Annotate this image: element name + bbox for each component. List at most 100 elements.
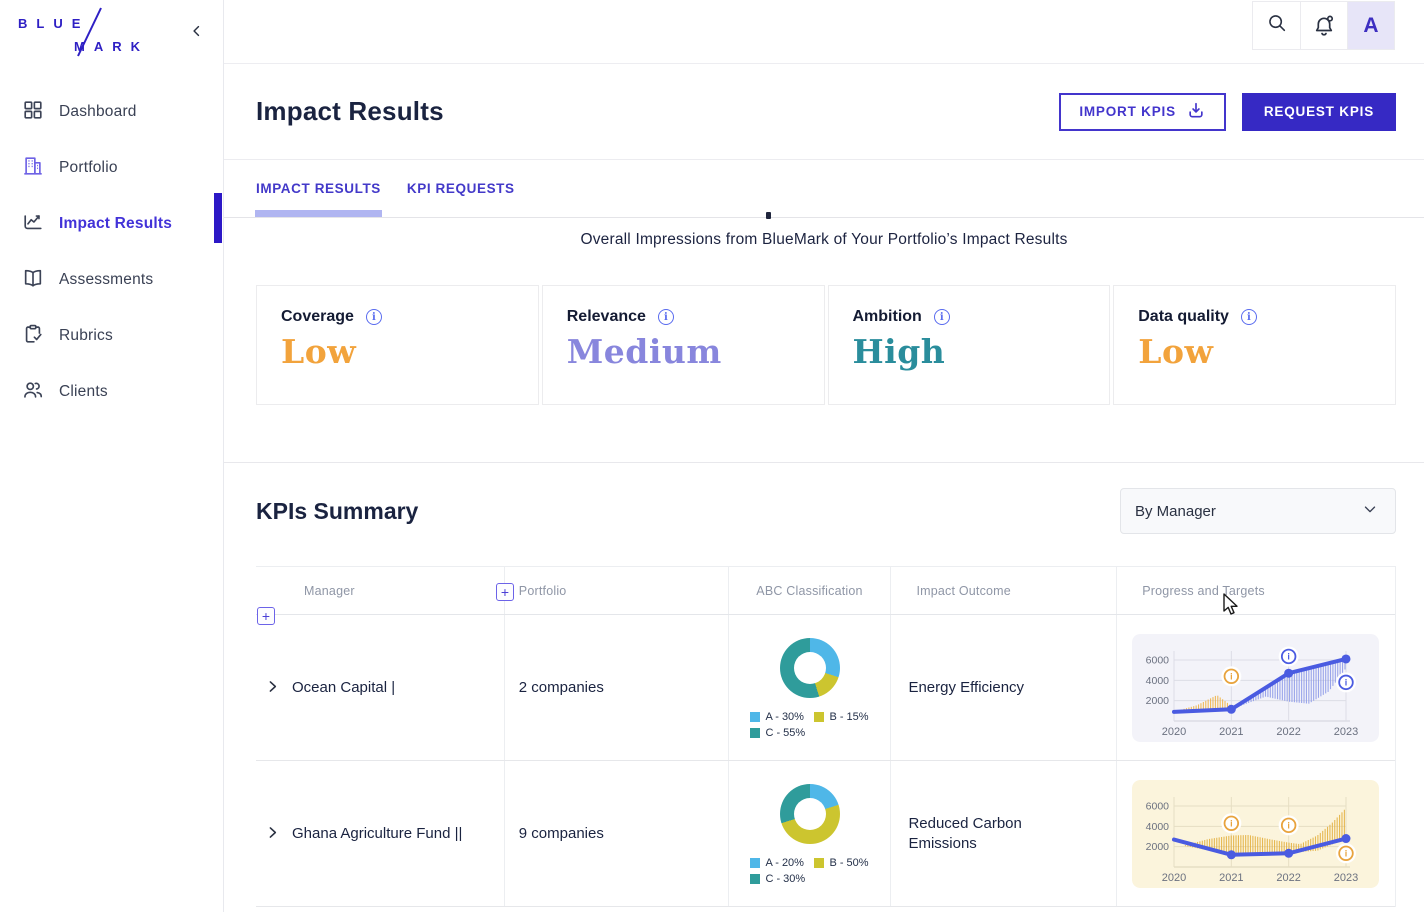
- notifications-button[interactable]: [1300, 2, 1347, 49]
- sidebar-collapse-button[interactable]: [189, 23, 205, 42]
- column-header-portfolio[interactable]: Portfolio: [505, 567, 729, 614]
- tab-label: IMPACT RESULTS: [256, 181, 381, 196]
- sidebar-item-label: Dashboard: [59, 103, 137, 121]
- column-header-abc[interactable]: ABC Classification: [729, 567, 892, 614]
- avatar-letter: A: [1363, 14, 1378, 38]
- abc-donut-chart: [780, 638, 840, 698]
- sidebar-item-impact-results[interactable]: Impact Results: [0, 196, 223, 252]
- sidebar-item-portfolio[interactable]: Portfolio: [0, 140, 223, 196]
- info-icon[interactable]: i: [934, 309, 950, 325]
- avatar[interactable]: A: [1347, 2, 1394, 49]
- search-button[interactable]: [1253, 2, 1300, 49]
- legend-label: A - 20%: [765, 857, 804, 869]
- impact-outcome-cell: Reduced Carbon Emissions: [908, 814, 1058, 854]
- column-header-manager[interactable]: Manager: [256, 567, 505, 614]
- app-window: BLUE MARK Dashboard: [0, 0, 1424, 912]
- progress-targets-chart[interactable]: 2000400060002020202120222023iii: [1132, 780, 1379, 888]
- card-value: High: [853, 332, 1086, 371]
- tab-impact-results[interactable]: IMPACT RESULTS: [256, 160, 381, 217]
- card-value: Medium: [567, 332, 800, 371]
- table-row: Ghana Agriculture Fund || 9 companies A …: [256, 761, 1395, 907]
- expand-row-button[interactable]: [262, 822, 283, 846]
- add-column-button[interactable]: +: [496, 583, 514, 601]
- legend-swatch-b: [814, 858, 824, 868]
- legend-label: C - 30%: [765, 873, 805, 885]
- kpis-table: + + Manager Portfolio ABC Classification…: [256, 566, 1396, 907]
- manager-name[interactable]: Ocean Capital |: [292, 679, 395, 696]
- sidebar-item-clients[interactable]: Clients: [0, 364, 223, 420]
- building-icon: [22, 155, 44, 182]
- legend-swatch-c: [750, 874, 760, 884]
- manager-name[interactable]: Ghana Agriculture Fund ||: [292, 825, 462, 842]
- card-label: Coverage: [281, 308, 354, 326]
- svg-text:2020: 2020: [1162, 872, 1186, 884]
- card-label: Data quality: [1138, 308, 1229, 326]
- group-by-dropdown[interactable]: By Manager: [1120, 488, 1396, 534]
- kpis-summary-heading: KPIs Summary: [256, 498, 418, 525]
- donut-legend: A - 30% B - 15% C - 55%: [750, 711, 868, 739]
- info-icon[interactable]: i: [1241, 309, 1257, 325]
- dashboard-grid-icon: [22, 99, 44, 126]
- request-kpis-label: REQUEST KPIS: [1264, 104, 1374, 119]
- sidebar-item-dashboard[interactable]: Dashboard: [0, 84, 223, 140]
- legend-swatch-a: [750, 858, 760, 868]
- card-value: Low: [1138, 332, 1371, 371]
- request-kpis-button[interactable]: REQUEST KPIS: [1242, 93, 1396, 131]
- svg-text:i: i: [1345, 677, 1348, 687]
- chevron-left-icon: [189, 23, 205, 42]
- legend-swatch-a: [750, 712, 760, 722]
- svg-text:2000: 2000: [1146, 695, 1170, 707]
- sidebar-item-label: Assessments: [59, 271, 153, 289]
- chevron-down-icon: [1361, 500, 1379, 523]
- add-row-button[interactable]: +: [257, 607, 275, 625]
- tabbar: IMPACT RESULTS KPI REQUESTS: [224, 160, 1424, 218]
- info-icon[interactable]: i: [658, 309, 674, 325]
- expand-row-button[interactable]: [262, 676, 283, 700]
- svg-text:6000: 6000: [1146, 800, 1170, 812]
- info-icon[interactable]: i: [366, 309, 382, 325]
- portfolio-cell: 2 companies: [505, 615, 729, 760]
- table-row: Ocean Capital | 2 companies A - 30% B - …: [256, 615, 1395, 761]
- sidebar-item-rubrics[interactable]: Rubrics: [0, 308, 223, 364]
- bell-icon: [1312, 14, 1336, 38]
- legend-swatch-c: [750, 728, 760, 738]
- svg-text:2022: 2022: [1277, 726, 1301, 738]
- legend-label: A - 30%: [765, 711, 804, 723]
- abc-classification-cell: A - 30% B - 15% C - 55%: [729, 615, 892, 760]
- section-divider: [224, 462, 1424, 463]
- summary-card-coverage: Coverage i Low: [256, 285, 539, 405]
- import-kpis-label: IMPORT KPIS: [1079, 104, 1176, 119]
- legend-swatch-b: [814, 712, 824, 722]
- abc-donut-chart: [780, 784, 840, 844]
- import-kpis-button[interactable]: IMPORT KPIS: [1059, 93, 1226, 131]
- svg-text:i: i: [1288, 820, 1291, 830]
- card-label: Relevance: [567, 308, 646, 326]
- sidebar: BLUE MARK Dashboard: [0, 0, 224, 912]
- sidebar-item-label: Impact Results: [59, 215, 172, 233]
- tab-kpi-requests[interactable]: KPI REQUESTS: [407, 160, 515, 217]
- svg-text:4000: 4000: [1146, 674, 1170, 686]
- svg-text:2023: 2023: [1334, 726, 1358, 738]
- svg-text:2000: 2000: [1146, 841, 1170, 853]
- summary-card-ambition: Ambition i High: [828, 285, 1111, 405]
- svg-text:i: i: [1230, 671, 1233, 681]
- dropdown-value: By Manager: [1135, 503, 1216, 520]
- clipped-heading-descender: [766, 212, 771, 219]
- svg-text:2023: 2023: [1334, 872, 1358, 884]
- clipboard-check-icon: [22, 323, 44, 350]
- sidebar-item-assessments[interactable]: Assessments: [0, 252, 223, 308]
- sidebar-item-label: Rubrics: [59, 327, 113, 345]
- download-icon: [1186, 100, 1206, 123]
- donut-legend: A - 20% B - 50% C - 30%: [750, 857, 868, 885]
- page-header: Impact Results IMPORT KPIS REQUEST KPIS: [224, 64, 1424, 160]
- chevron-right-icon: [264, 678, 281, 698]
- main-content: A Impact Results IMPORT KPIS REQUEST KPI…: [224, 0, 1424, 912]
- legend-label: B - 15%: [829, 711, 868, 723]
- sidebar-item-label: Portfolio: [59, 159, 118, 177]
- progress-targets-chart[interactable]: 2000400060002020202120222023iii: [1132, 634, 1379, 742]
- chevron-right-icon: [264, 824, 281, 844]
- sidebar-item-label: Clients: [59, 383, 108, 401]
- column-header-progress[interactable]: Progress and Targets: [1117, 567, 1395, 614]
- column-header-outcome[interactable]: Impact Outcome: [891, 567, 1117, 614]
- legend-label: C - 55%: [765, 727, 805, 739]
